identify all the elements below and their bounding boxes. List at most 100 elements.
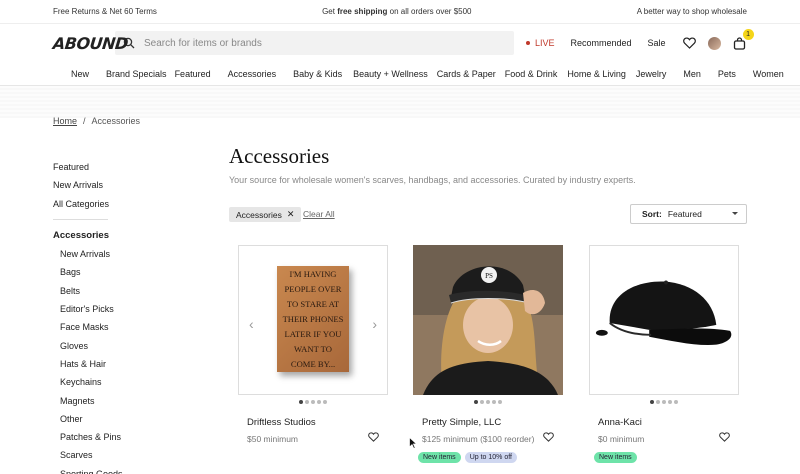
product-image[interactable] [589,245,739,395]
header-actions: LIVE Recommended Sale 1 [526,29,757,51]
cart-count-badge: 1 [742,29,754,40]
carousel-dot[interactable] [305,400,309,404]
nav-item-brand-specials[interactable]: Brand Specials [106,69,167,79]
carousel-dot[interactable] [486,400,490,404]
sidebar-sub-hats-hair[interactable]: Hats & Hair [53,355,203,373]
cart-button[interactable]: 1 [732,29,754,51]
carousel-dot[interactable] [650,400,654,404]
chevron-left-icon[interactable]: ‹ [249,316,254,332]
carousel-dot[interactable] [317,400,321,404]
breadcrumb-current: Accessories [91,116,141,126]
carousel-dot[interactable] [674,400,678,404]
promo-right: A better way to shop wholesale [636,7,747,16]
sidebar-sub-patches-pins[interactable]: Patches & Pins [53,428,203,446]
nav-item-home-living[interactable]: Home & Living [567,69,626,79]
sidebar-sub-magnets[interactable]: Magnets [53,392,203,410]
product-image[interactable]: ‹ › I'M HAVING PEOPLE OVER TO STARE AT T… [238,245,388,395]
product-badges: New items Up to 10% off [418,452,563,463]
heart-icon[interactable] [719,432,730,445]
sidebar-sub-scarves[interactable]: Scarves [53,446,203,464]
nav-item-beauty-wellness[interactable]: Beauty + Wellness [353,69,428,79]
badge-new-items: New items [594,452,637,463]
filter-chip-label: Accessories [236,209,282,220]
sidebar-sub-bags[interactable]: Bags [53,263,203,281]
filter-chip-accessories[interactable]: Accessories ✕ [229,207,302,222]
carousel-dot[interactable] [299,400,303,404]
sidebar-heading-accessories[interactable]: Accessories [53,227,203,245]
product-card[interactable]: Anna-Kaci $0 minimum New items [589,245,739,463]
carousel-dot[interactable] [323,400,327,404]
black-cap-image [595,280,732,346]
sort-dropdown[interactable]: Sort: Featured [630,204,747,224]
sidebar-sub-other[interactable]: Other [53,410,203,428]
carousel-dot[interactable] [492,400,496,404]
avatar [708,36,722,50]
nav-item-pets[interactable]: Pets [718,69,736,79]
product-brand-name[interactable]: Pretty Simple, LLC [422,417,563,428]
nav-item-cards-paper[interactable]: Cards & Paper [437,69,496,79]
sale-link[interactable]: Sale [648,38,666,48]
product-card[interactable]: PS Pretty Simple, LLC $125 minimum ($100… [413,245,563,463]
heart-icon[interactable] [368,432,379,445]
sort-value: Featured [667,209,702,219]
sidebar-sub-sporting-goods[interactable]: Sporting Goods [53,465,203,474]
sidebar-sub-keychains[interactable]: Keychains [53,373,203,391]
nav-item-food-drink[interactable]: Food & Drink [505,69,558,79]
live-dot-icon [526,41,530,45]
breadcrumb-home[interactable]: Home [53,116,77,126]
cap-logo-text: PS [485,272,493,280]
nav-item-accessories[interactable]: Accessories [228,69,277,79]
sidebar-item-new-arrivals[interactable]: New Arrivals [53,176,203,194]
heart-icon[interactable] [543,432,554,445]
heart-icon[interactable] [682,35,698,51]
nav-item-women[interactable]: Women [753,69,784,79]
clear-all-link[interactable]: Clear All [303,209,335,219]
nav-item-featured[interactable]: Featured [175,69,211,79]
image-carousel-dots[interactable] [238,400,388,404]
carousel-dot[interactable] [474,400,478,404]
image-carousel-dots[interactable] [413,400,563,404]
nav-item-men[interactable]: Men [683,69,701,79]
sidebar-sub-face-masks[interactable]: Face Masks [53,318,203,336]
search-bar[interactable] [115,31,514,55]
sidebar-item-all-categories[interactable]: All Categories [53,195,203,213]
sidebar-sub-belts[interactable]: Belts [53,282,203,300]
abound-logo[interactable]: ABOUND [52,34,129,53]
product-image[interactable]: PS [413,245,563,395]
nav-item-jewelry[interactable]: Jewelry [636,69,667,79]
main-content: Accessories Your source for wholesale wo… [229,144,749,224]
nav-item-new[interactable]: New [71,69,89,79]
search-input[interactable] [144,37,514,49]
chevron-down-icon [732,212,738,215]
close-icon[interactable]: ✕ [287,209,295,220]
header-band [0,86,800,118]
promo-center-bold: free shipping [337,7,388,16]
sidebar-sub-gloves[interactable]: Gloves [53,337,203,355]
sidebar-sub-editors-picks[interactable]: Editor's Picks [53,300,203,318]
mouse-cursor-icon [409,437,417,449]
badge-discount: Up to 10% off [464,452,517,463]
product-minimum: $125 minimum ($100 reorder) [422,434,535,444]
breadcrumb-separator: / [83,116,86,126]
recommended-link[interactable]: Recommended [571,38,632,48]
carousel-dot[interactable] [668,400,672,404]
account-button[interactable] [707,35,723,51]
product-card[interactable]: ‹ › I'M HAVING PEOPLE OVER TO STARE AT T… [238,245,388,444]
nav-item-baby-kids[interactable]: Baby & Kids [293,69,342,79]
product-brand-name[interactable]: Anna-Kaci [598,417,739,428]
sidebar-item-featured[interactable]: Featured [53,158,203,176]
carousel-dot[interactable] [498,400,502,404]
badge-new-items: New items [418,452,461,463]
carousel-dot[interactable] [656,400,660,404]
carousel-dot[interactable] [480,400,484,404]
product-brand-name[interactable]: Driftless Studios [247,417,388,428]
breadcrumb: Home / Accessories [53,116,140,126]
filter-bar: Accessories ✕ Clear All Sort: Featured [229,204,747,224]
product-badges: New items [594,452,739,463]
carousel-dot[interactable] [311,400,315,404]
sidebar-sub-new-arrivals[interactable]: New Arrivals [53,245,203,263]
live-link[interactable]: LIVE [526,38,555,48]
carousel-dot[interactable] [662,400,666,404]
chevron-right-icon[interactable]: › [372,316,377,332]
image-carousel-dots[interactable] [589,400,739,404]
